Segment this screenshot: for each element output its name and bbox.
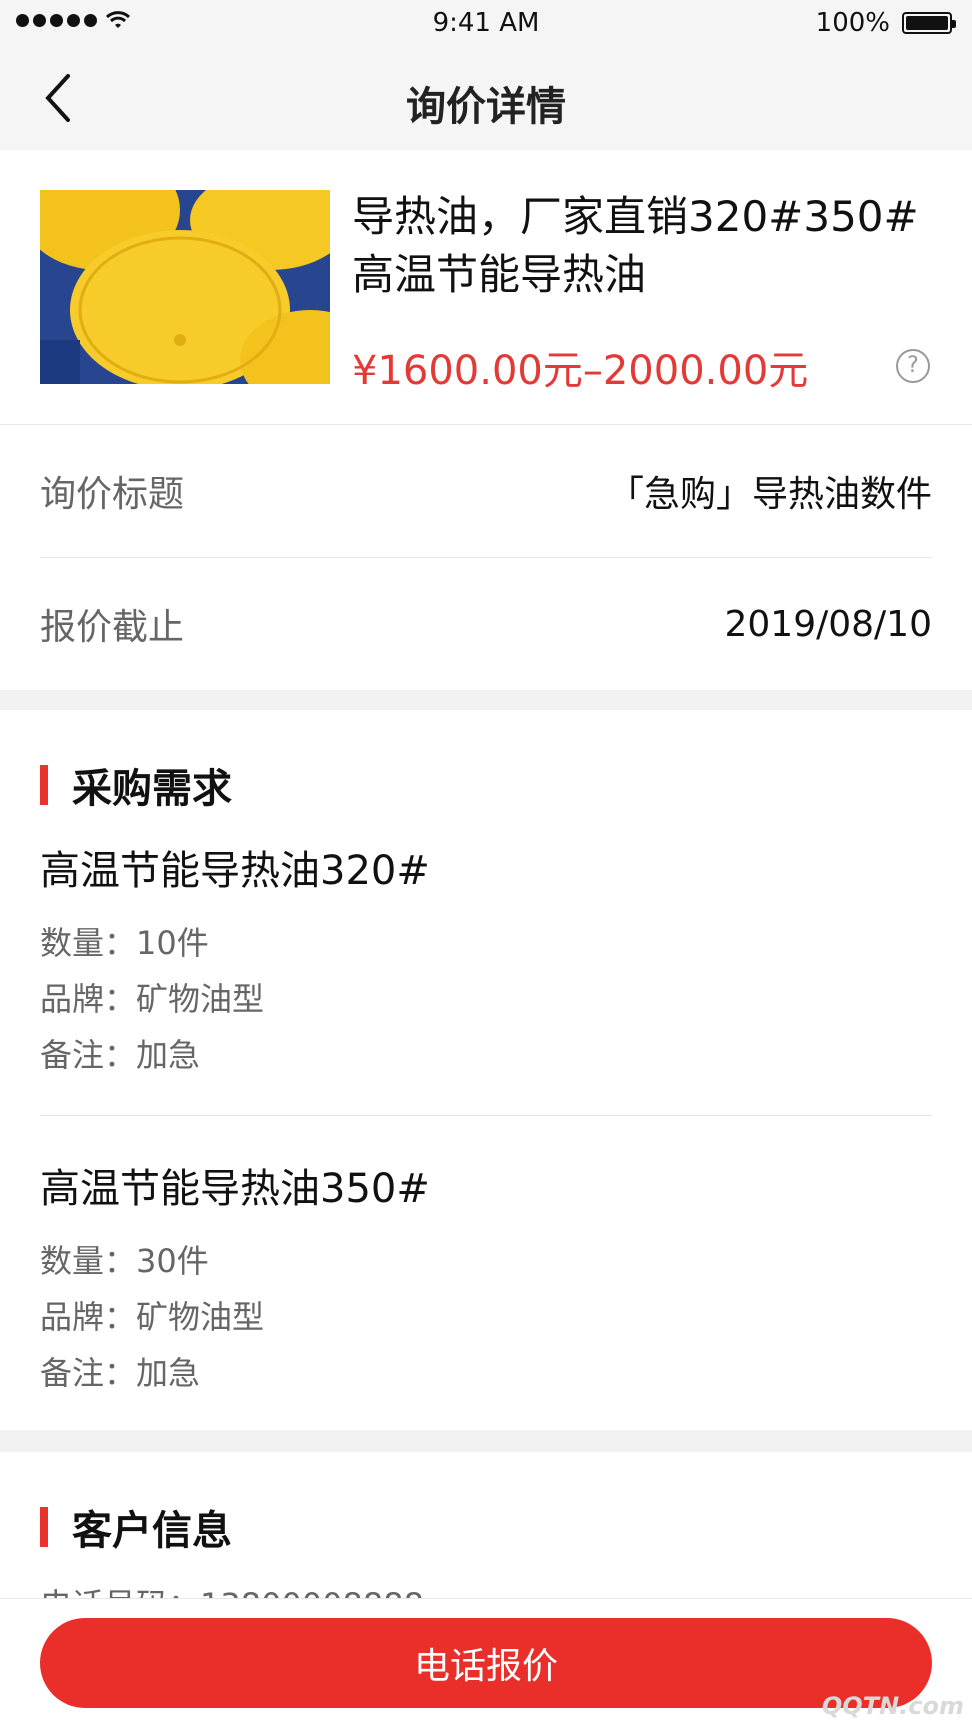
deadline-row: 报价截止 2019/08/10 <box>40 558 932 690</box>
inquiry-title-row: 询价标题 「急购」导热油数件 <box>40 425 932 557</box>
item-quantity: 数量：10件 <box>40 924 209 962</box>
status-bar: 9:41 AM 100% <box>0 0 972 48</box>
call-quote-button[interactable]: 电话报价 <box>40 1618 932 1708</box>
battery-status: 100% <box>815 8 956 38</box>
product-image <box>40 190 330 384</box>
inquiry-title-value: 「急购」导热油数件 <box>607 474 932 515</box>
customer-heading: 客户信息 <box>40 1498 232 1556</box>
purchase-heading-text: 采购需求 <box>72 766 232 812</box>
purchase-heading: 采购需求 <box>40 756 232 814</box>
item-brand: 品牌：矿物油型 <box>40 1298 265 1336</box>
watermark: QQTN.com <box>821 1692 964 1720</box>
deadline-value: 2019/08/10 <box>724 603 933 645</box>
inquiry-info: 询价标题 「急购」导热油数件 报价截止 2019/08/10 <box>0 425 972 690</box>
item-note: 备注：加急 <box>40 1354 201 1392</box>
purchase-section: 采购需求 高温节能导热油320# 数量：10件 品牌：矿物油型 备注：加急 高温… <box>0 710 972 1430</box>
inquiry-title-label: 询价标题 <box>40 474 185 515</box>
help-icon[interactable]: ? <box>896 349 930 383</box>
item-title: 高温节能导热油350# <box>40 1166 430 1212</box>
divider <box>40 1115 932 1116</box>
product-name: 导热油，厂家直销320#350#高温节能导热油 <box>352 192 919 299</box>
customer-heading-text: 客户信息 <box>72 1508 232 1554</box>
item-title: 高温节能导热油320# <box>40 848 430 894</box>
customer-phone: 电话号码：13800008888 <box>40 1580 424 1598</box>
product-card[interactable]: 导热油，厂家直销320#350#高温节能导热油 ¥1600.00元–2000.0… <box>0 150 972 425</box>
page-title: 询价详情 <box>406 84 566 130</box>
deadline-label: 报价截止 <box>40 607 185 648</box>
battery-icon <box>902 12 956 34</box>
product-price: ¥1600.00元–2000.00元 <box>352 348 809 394</box>
accent-bar <box>40 765 48 805</box>
customer-section: 客户信息 电话号码：13800008888 <box>0 1452 972 1598</box>
item-quantity: 数量：30件 <box>40 1242 209 1280</box>
nav-bar: 询价详情 <box>0 48 972 150</box>
item-note: 备注：加急 <box>40 1036 201 1074</box>
battery-percent: 100% <box>815 8 890 38</box>
accent-bar <box>40 1507 48 1547</box>
item-brand: 品牌：矿物油型 <box>40 980 265 1018</box>
